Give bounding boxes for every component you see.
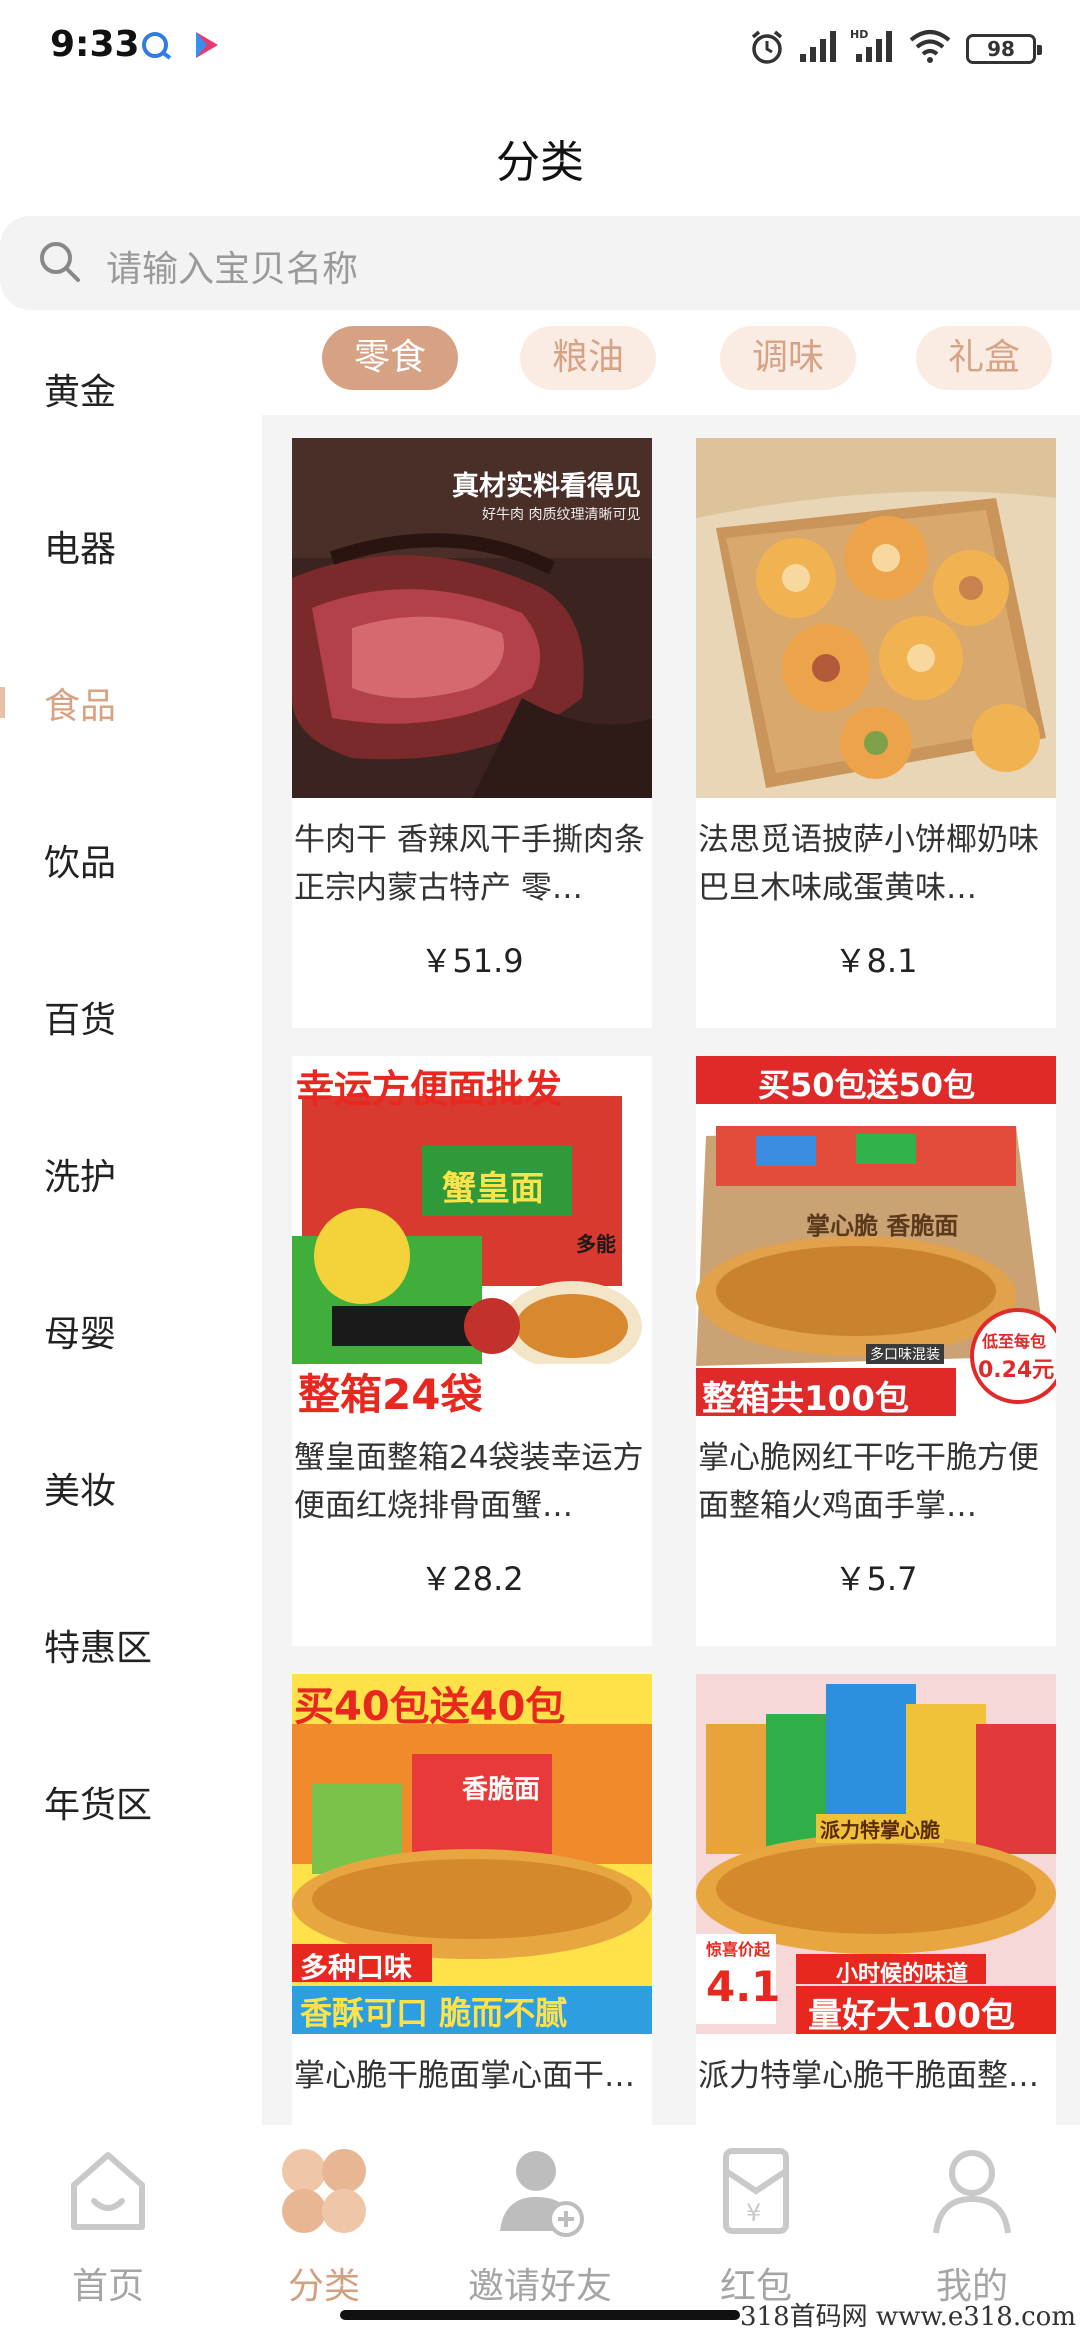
product-content: 零食 粮油 调味 礼盒 真材实料看得见 好牛肉 肉质纹理清晰可见 牛肉干 香辣风… <box>262 310 1080 2264</box>
battery-icon: 98 <box>966 34 1042 64</box>
image-caption: 派力特掌心脆 <box>816 1814 944 1843</box>
play-icon <box>188 28 222 66</box>
image-caption: 多口味混装 <box>866 1344 944 1364</box>
nav-label: 邀请好友 <box>467 2266 612 2307</box>
image-caption: 多种口味 <box>300 1951 413 1984</box>
image-caption: 多能 <box>576 1232 616 1256</box>
image-caption: 香脆面 <box>462 1775 541 1805</box>
subtab-grain-oil[interactable]: 粮油 <box>520 326 656 390</box>
subtab-seasoning[interactable]: 调味 <box>720 326 856 390</box>
image-caption: 掌心脆 香脆面 <box>806 1212 959 1240</box>
sidebar-item-label: 特惠区 <box>44 1627 153 1669</box>
product-price: ￥8.1 <box>834 942 918 980</box>
alarm-icon <box>748 28 786 70</box>
image-caption: 4.1 <box>706 1962 781 2011</box>
subtab-snacks[interactable]: 零食 <box>322 326 458 390</box>
product-image: 买40包送40包 香脆面 多种口味 香酥可口 脆而不腻 <box>292 1674 652 2034</box>
sidebar-item-label: 百货 <box>44 999 117 1041</box>
message-icon <box>140 28 174 66</box>
image-caption: 惊喜价 <box>706 1940 755 1959</box>
image-caption: 整箱共100包 <box>702 1379 909 1416</box>
image-caption: 真材实料看得见 <box>452 471 641 502</box>
sidebar-item-appliances[interactable]: 电器 <box>0 467 262 624</box>
sidebar-item-label: 食品 <box>44 685 117 727</box>
product-title: 掌心脆网红干吃干脆方便面整箱火鸡面手掌… <box>698 1440 1039 1524</box>
search-icon <box>36 238 84 290</box>
watermark: 318首码网 www.e318.com <box>740 2302 1076 2332</box>
sidebar-item-label: 母婴 <box>44 1313 117 1355</box>
category-icon <box>274 2141 374 2241</box>
image-caption: 整箱24袋 <box>298 1370 483 1416</box>
image-caption: 量好大100包 <box>808 1996 1015 2034</box>
subcategory-tabs: 零食 粮油 调味 礼盒 <box>262 310 1080 415</box>
nav-home[interactable]: 首页 <box>0 2141 216 2321</box>
page-title: 分类 <box>496 137 584 188</box>
home-icon <box>58 2141 158 2241</box>
svg-text:HD: HD <box>850 28 868 41</box>
sidebar-item-deals[interactable]: 特惠区 <box>0 1566 262 1723</box>
wifi-icon <box>908 28 952 68</box>
nav-category[interactable]: 分类 <box>216 2141 432 2321</box>
sidebar-item-drinks[interactable]: 饮品 <box>0 781 262 938</box>
sidebar-item-gold[interactable]: 黄金 <box>0 310 262 467</box>
sidebar-item-label: 洗护 <box>44 1156 117 1198</box>
image-caption: 幸运方便面批发 <box>296 1067 563 1111</box>
product-price: ￥5.7 <box>834 1560 918 1598</box>
product-image: 幸运方便面批发 蟹皇面 整箱24袋 多能 <box>292 1056 652 1416</box>
product-title: 蟹皇面整箱24袋装幸运方便面红烧排骨面蟹… <box>294 1440 644 1524</box>
search-placeholder: 请输入宝贝名称 <box>106 249 359 290</box>
svg-text:¥: ¥ <box>746 2199 761 2227</box>
user-icon <box>922 2141 1022 2241</box>
sidebar-item-label: 饮品 <box>44 842 117 884</box>
sidebar-item-beauty[interactable]: 美妆 <box>0 1409 262 1566</box>
image-caption: 小时候的味道 <box>836 1962 969 1987</box>
red-packet-icon: ¥ <box>706 2141 806 2241</box>
status-time: 9:33 <box>50 24 140 65</box>
image-caption: 低至每包 <box>982 1332 1047 1351</box>
product-image: 派力特掌心脆 惊喜价 4.1 起 小时候的味道 量好大100包 <box>696 1674 1056 2034</box>
home-indicator[interactable] <box>340 2310 740 2320</box>
sidebar-item-label: 年货区 <box>44 1784 153 1826</box>
image-caption: 买40包送40包 <box>294 1684 566 1730</box>
sidebar-item-new-year[interactable]: 年货区 <box>0 1723 262 1880</box>
product-card[interactable]: 真材实料看得见 好牛肉 肉质纹理清晰可见 牛肉干 香辣风干手撕肉条正宗内蒙古特产… <box>292 438 652 1028</box>
sidebar-item-general-goods[interactable]: 百货 <box>0 938 262 1095</box>
image-caption: 好牛肉 肉质纹理清晰可见 <box>482 507 641 523</box>
image-caption: 0.24元 <box>978 1358 1055 1383</box>
product-title: 牛肉干 香辣风干手撕肉条正宗内蒙古特产 零… <box>294 822 645 906</box>
sidebar-item-label: 美妆 <box>44 1470 117 1512</box>
nav-red-packet[interactable]: ¥ 红包 <box>648 2141 864 2321</box>
sidebar-item-label: 黄金 <box>44 371 117 413</box>
sidebar-item-personal-care[interactable]: 洗护 <box>0 1095 262 1252</box>
nav-label: 分类 <box>287 2266 360 2307</box>
search-input[interactable]: 请输入宝贝名称 <box>0 216 1080 310</box>
image-caption: 买50包送50包 <box>758 1066 976 1104</box>
image-caption: 香酥可口 脆而不腻 <box>300 1994 568 2032</box>
sidebar-item-label: 电器 <box>44 528 117 570</box>
product-price: ￥28.2 <box>420 1560 524 1598</box>
image-caption: 起 <box>754 1940 771 1959</box>
product-card[interactable]: 法思觅语披萨小饼椰奶味巴旦木味咸蛋黄味… ￥8.1 <box>696 438 1056 1028</box>
image-caption: 蟹皇面 <box>442 1169 544 1209</box>
nav-profile[interactable]: 我的 <box>864 2141 1080 2321</box>
product-image <box>696 438 1056 798</box>
signal-icon <box>798 28 840 68</box>
product-image: 买50包送50包 掌心脆 香脆面 整箱共100包 低至每包 0.24元 多口味混… <box>696 1056 1056 1416</box>
product-card[interactable]: 买50包送50包 掌心脆 香脆面 整箱共100包 低至每包 0.24元 多口味混… <box>696 1056 1056 1646</box>
subtab-gift-box[interactable]: 礼盒 <box>916 326 1052 390</box>
status-bar: 9:33 HD 98 <box>0 0 1080 96</box>
product-price: ￥51.9 <box>420 942 524 980</box>
product-card[interactable]: 幸运方便面批发 蟹皇面 整箱24袋 多能 蟹皇面整箱24袋装幸运方便面红烧排骨面… <box>292 1056 652 1646</box>
sidebar-item-baby[interactable]: 母婴 <box>0 1252 262 1409</box>
add-user-icon <box>490 2141 590 2241</box>
sidebar-item-food[interactable]: 食品 <box>0 624 262 781</box>
nav-invite-friends[interactable]: 邀请好友 <box>432 2141 648 2321</box>
nav-label: 首页 <box>71 2266 144 2307</box>
hd-signal-icon: HD <box>850 28 896 68</box>
category-sidebar: 黄金 电器 食品 饮品 百货 洗护 母婴 美妆 特惠区 年货区 <box>0 310 262 2125</box>
product-image: 真材实料看得见 好牛肉 肉质纹理清晰可见 <box>292 438 652 798</box>
product-title: 法思觅语披萨小饼椰奶味巴旦木味咸蛋黄味… <box>698 822 1039 906</box>
